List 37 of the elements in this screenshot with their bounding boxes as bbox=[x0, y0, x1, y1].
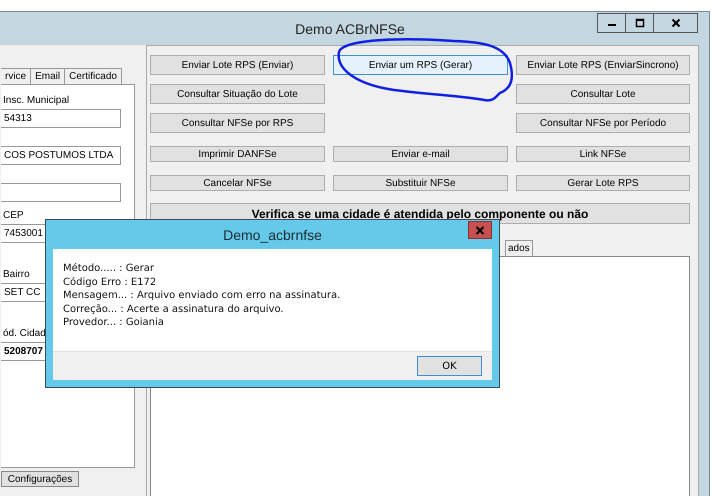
action-button[interactable]: Consultar Situação do Lote bbox=[150, 84, 325, 104]
ok-button[interactable]: OK bbox=[417, 356, 482, 376]
message-line: Método..... : Gerar bbox=[63, 262, 155, 276]
action-button[interactable]: Consultar Lote bbox=[516, 84, 690, 104]
action-button[interactable]: Gerar Lote RPS bbox=[516, 175, 690, 191]
close-icon bbox=[475, 226, 485, 234]
input-field[interactable]: 54313 bbox=[1, 109, 121, 128]
action-button[interactable]: Cancelar NFSe bbox=[150, 175, 325, 191]
field-label: CEP bbox=[2, 210, 24, 223]
maximize-icon bbox=[634, 18, 644, 28]
action-button[interactable]: Consultar NFSe por Período bbox=[516, 113, 690, 133]
message-line: Provedor... : Goiania bbox=[63, 316, 165, 330]
field-label: ód. Cidad bbox=[2, 328, 46, 341]
input-field[interactable] bbox=[1, 183, 121, 202]
tab[interactable]: ados bbox=[505, 240, 533, 256]
action-button[interactable]: Enviar um RPS (Gerar) bbox=[333, 55, 508, 75]
action-button[interactable]: Imprimir DANFSe bbox=[150, 146, 325, 162]
window-title: Demo ACBrNFSe bbox=[295, 20, 405, 36]
close-icon bbox=[670, 18, 680, 28]
action-button[interactable]: Enviar Lote RPS (EnviarSincrono) bbox=[516, 55, 690, 75]
message-line: Código Erro : E172 bbox=[63, 276, 158, 289]
minimize-button[interactable] bbox=[597, 13, 626, 33]
maximize-button[interactable] bbox=[625, 13, 654, 33]
action-button[interactable]: Enviar Lote RPS (Enviar) bbox=[150, 55, 325, 75]
action-button[interactable]: Consultar NFSe por RPS bbox=[150, 113, 325, 133]
message-line: Mensagem... : Arquivo enviado com erro na assinatura. bbox=[63, 289, 342, 302]
tab[interactable]: Certificado bbox=[64, 68, 122, 84]
field-label: Bairro bbox=[2, 269, 30, 282]
message-line: Correção... : Acerte a assinatura do arquivo. bbox=[63, 302, 285, 316]
action-button[interactable]: Link NFSe bbox=[516, 146, 690, 162]
input-field[interactable]: COS POSTUMOS LTDA bbox=[1, 146, 121, 165]
field-label: Insc. Municipal bbox=[2, 95, 70, 108]
settings-button[interactable]: Configurações bbox=[1, 471, 79, 487]
action-button[interactable]: Substituir NFSe bbox=[333, 175, 508, 191]
action-button[interactable]: Enviar e-mail bbox=[333, 146, 508, 162]
close-button[interactable] bbox=[653, 13, 698, 33]
dialog-title: Demo_acbrnfse bbox=[223, 226, 322, 242]
